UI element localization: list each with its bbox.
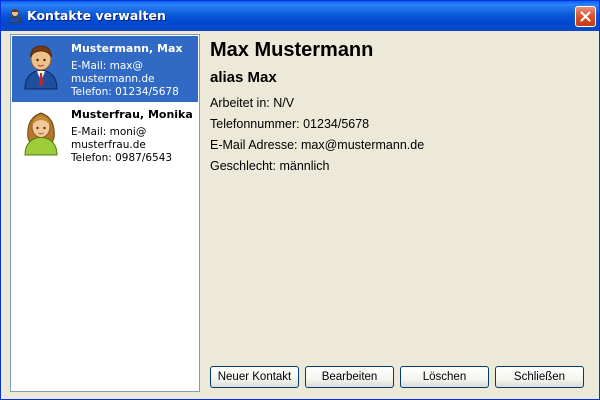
contact-item-monika[interactable]: Musterfrau, Monika E-Mail: moni@ musterf… xyxy=(12,102,198,168)
delete-button[interactable]: Löschen xyxy=(400,366,489,388)
detail-works-at: Arbeitet in: N/V xyxy=(210,96,295,110)
detail-phone: Telefonnummer: 01234/5678 xyxy=(210,117,370,131)
contact-name: Musterfrau, Monika xyxy=(71,108,193,121)
title-bar[interactable]: Kontakte verwalten xyxy=(1,1,599,31)
contact-phone: Telefon: 0987/6543 xyxy=(71,152,173,164)
close-icon xyxy=(580,11,591,22)
contacts-app-icon xyxy=(7,8,23,24)
contacts-window: Kontakte verwalten Mustermann, Max E-Mai… xyxy=(0,0,600,400)
female-user-icon xyxy=(22,108,60,156)
contact-phone: Telefon: 01234/5678 xyxy=(71,86,179,98)
contact-email-line1: E-Mail: moni@ xyxy=(71,126,147,138)
contact-email-line2: mustermann.de xyxy=(71,73,155,85)
close-window-button[interactable] xyxy=(575,6,596,27)
male-user-icon xyxy=(22,42,60,90)
contact-email-line2: musterfrau.de xyxy=(71,139,146,151)
new-contact-button[interactable]: Neuer Kontakt xyxy=(210,366,299,388)
window-title: Kontakte verwalten xyxy=(27,8,166,23)
contact-name: Mustermann, Max xyxy=(71,42,183,55)
contact-item-max[interactable]: Mustermann, Max E-Mail: max@ mustermann.… xyxy=(12,36,198,102)
detail-alias: alias Max xyxy=(210,69,277,86)
detail-email: E-Mail Adresse: max@mustermann.de xyxy=(210,138,425,152)
edit-button[interactable]: Bearbeiten xyxy=(305,366,394,388)
contact-email-line1: E-Mail: max@ xyxy=(71,60,144,72)
detail-full-name: Max Mustermann xyxy=(210,39,374,61)
close-button[interactable]: Schließen xyxy=(495,366,584,388)
contact-list[interactable]: Mustermann, Max E-Mail: max@ mustermann.… xyxy=(10,34,200,392)
detail-gender: Geschlecht: männlich xyxy=(210,159,330,173)
